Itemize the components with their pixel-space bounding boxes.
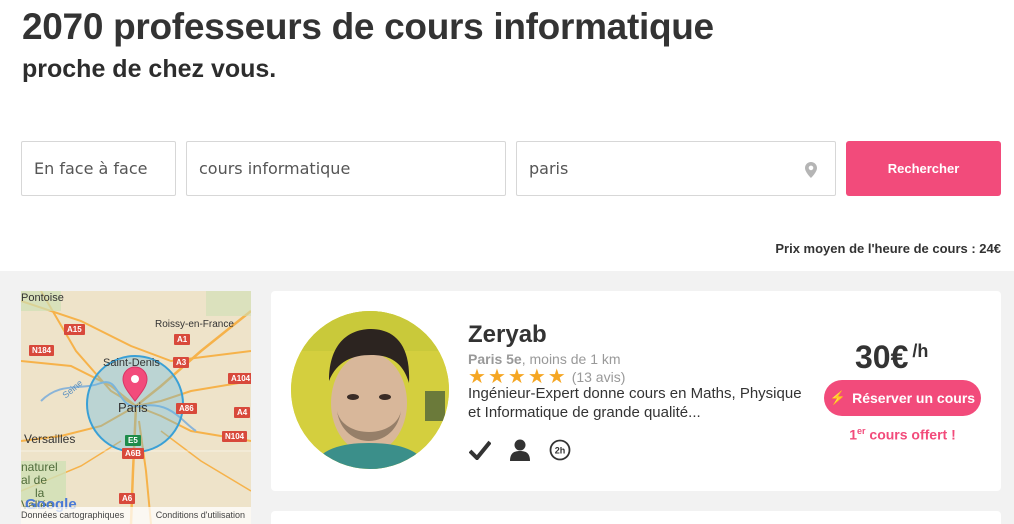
road-shield-n104: N104 xyxy=(222,431,248,442)
first-lesson-offer: 1er cours offert ! xyxy=(824,426,981,443)
book-lesson-button[interactable]: ⚡ Réserver un cours xyxy=(824,380,981,416)
reviews-count[interactable]: (13 avis) xyxy=(572,369,626,385)
map-terms-link[interactable]: Conditions d'utilisation xyxy=(156,510,245,524)
teacher-badges: 2h xyxy=(468,438,572,462)
map-label-pontoise: Pontoise xyxy=(21,292,64,304)
road-shield-a15: A15 xyxy=(64,324,85,335)
map-label-naturel: naturel xyxy=(21,460,58,474)
teacher-name[interactable]: Zeryab xyxy=(468,321,547,349)
teacher-card[interactable]: Zeryab Paris 5e, moins de 1 km ★ ★ ★ ★ ★… xyxy=(271,291,1001,491)
map-label-saint-denis: Saint-Denis xyxy=(103,357,160,369)
road-shield-a1: A1 xyxy=(174,334,191,345)
map-footer: Données cartographiques Conditions d'uti… xyxy=(21,507,251,524)
road-shield-a6b: A6B xyxy=(122,448,145,459)
map-label-versailles: Versailles xyxy=(24,432,76,446)
price-amount: 30€ xyxy=(855,339,909,375)
avatar-photo xyxy=(291,311,449,469)
map-label-paris: Paris xyxy=(118,400,148,415)
two-hours-label: 2h xyxy=(555,446,566,456)
map-label-al-de: al de xyxy=(21,473,48,487)
person-icon xyxy=(508,438,532,462)
lightning-icon: ⚡ xyxy=(829,390,847,405)
road-shield-n184: N184 xyxy=(29,345,55,356)
teacher-avatar xyxy=(291,311,449,469)
road-shield-a3: A3 xyxy=(173,357,190,368)
lesson-mode-select[interactable]: En face à face xyxy=(21,141,176,196)
teacher-price: 30€/h xyxy=(855,339,928,376)
offer-sup: er xyxy=(857,426,866,436)
lesson-mode-value: En face à face xyxy=(34,159,148,178)
checkmark-icon xyxy=(468,438,492,462)
road-shield-a104: A104 xyxy=(228,373,251,384)
two-hours-icon: 2h xyxy=(548,438,572,462)
offer-prefix: 1 xyxy=(849,426,858,443)
page-subtitle: proche de chez vous. xyxy=(22,55,277,83)
price-unit: /h xyxy=(912,341,929,361)
next-teacher-card[interactable] xyxy=(271,511,1001,524)
subject-input[interactable]: cours informatique xyxy=(186,141,506,196)
page-title: 2070 professeurs de cours informatique xyxy=(22,6,714,47)
teacher-location: Paris 5e, moins de 1 km xyxy=(468,351,621,367)
search-button[interactable]: Rechercher xyxy=(846,141,1001,196)
location-pin-icon xyxy=(805,162,817,178)
map-data-credit: Données cartographiques xyxy=(21,510,125,520)
offer-rest: cours offert ! xyxy=(865,426,956,443)
subject-value: cours informatique xyxy=(199,159,351,178)
road-shield-e5: E5 xyxy=(125,435,141,446)
book-lesson-label: Réserver un cours xyxy=(852,390,976,406)
map-label-roissy: Roissy-en-France xyxy=(155,319,234,330)
results-map[interactable]: Pontoise Roissy-en-France Saint-Denis Pa… xyxy=(21,291,251,524)
road-shield-a4: A4 xyxy=(234,407,251,418)
road-shield-a6: A6 xyxy=(119,493,136,504)
location-input[interactable]: paris xyxy=(516,141,836,196)
teacher-location-distance: , moins de 1 km xyxy=(521,351,621,367)
location-value: paris xyxy=(529,159,569,178)
road-shield-a86: A86 xyxy=(176,403,197,414)
average-price-text: Prix moyen de l'heure de cours : 24€ xyxy=(775,241,1001,256)
teacher-location-city: Paris 5e xyxy=(468,351,522,367)
teacher-description: Ingénieur-Expert donne cours en Maths, P… xyxy=(468,385,802,421)
